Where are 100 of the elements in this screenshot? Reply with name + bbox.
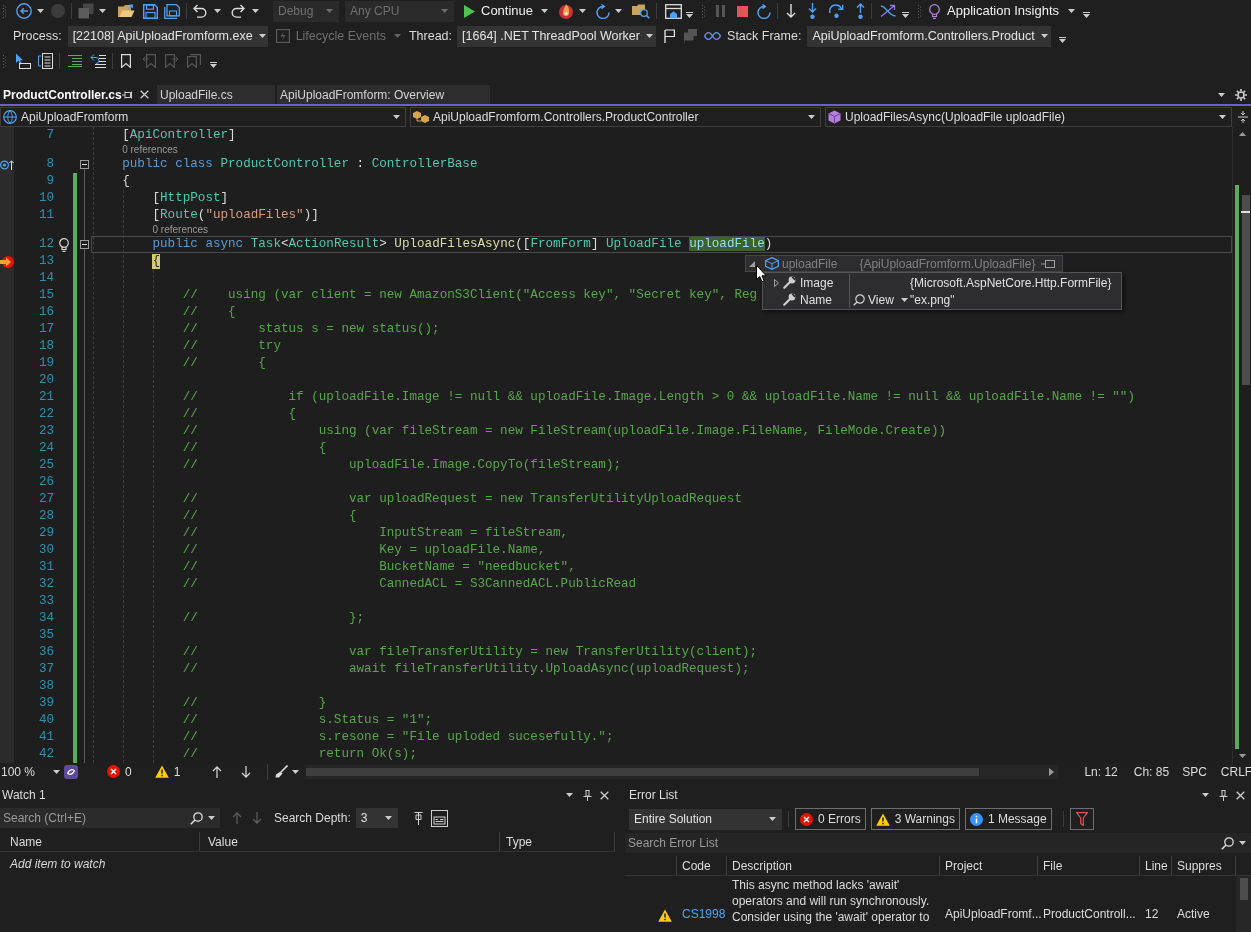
infinity-icon[interactable] (704, 31, 722, 41)
bookmark-icon[interactable] (121, 54, 131, 68)
insights-button[interactable]: Application Insights (929, 0, 1076, 22)
pin-icon[interactable] (1041, 259, 1056, 268)
back-icon[interactable] (16, 3, 32, 19)
filter-toggle-button[interactable] (1069, 808, 1094, 830)
error-code-link[interactable]: CS1998 (682, 905, 726, 923)
caret-icon[interactable] (645, 34, 653, 38)
scroll-right-icon[interactable] (1049, 767, 1055, 776)
caret-icon[interactable] (566, 793, 573, 797)
caret-icon[interactable] (384, 816, 392, 820)
gear-icon[interactable] (1235, 88, 1247, 101)
caret-icon[interactable] (1219, 114, 1226, 119)
caret-icon[interactable] (1218, 92, 1225, 97)
grip-icon[interactable] (3, 54, 6, 68)
caret-icon[interactable] (252, 9, 259, 13)
expand-triangle-icon[interactable] (774, 278, 779, 287)
flag-icon[interactable] (664, 29, 676, 43)
caret-icon[interactable] (37, 9, 44, 13)
collapse-triangle-icon[interactable] (749, 260, 755, 267)
caret-icon[interactable] (808, 114, 815, 119)
scope-dropdown[interactable]: Entire Solution (629, 808, 782, 830)
references-link[interactable]: 0 references (122, 144, 178, 156)
tab[interactable]: UploadFile.cs (157, 85, 275, 104)
undo-icon[interactable] (193, 4, 207, 18)
caret-icon[interactable] (769, 817, 776, 821)
window-icon[interactable] (665, 3, 683, 19)
navigation-dropdown[interactable]: ApiUploadFromform.Controllers.ProductController (410, 106, 821, 127)
visualizer-button[interactable]: View (853, 290, 908, 309)
search-icon[interactable] (190, 811, 203, 825)
scroll-down-icon[interactable] (1239, 754, 1246, 758)
restart-icon[interactable] (757, 3, 772, 19)
column-header[interactable]: Line (1140, 856, 1172, 875)
lightbulb-icon[interactable] (58, 237, 69, 252)
scroll-thumb[interactable] (1240, 878, 1248, 900)
pin-icon[interactable] (122, 90, 132, 99)
column-header[interactable]: File (1038, 856, 1140, 875)
column-header[interactable]: Value (200, 832, 500, 851)
step-over-icon[interactable] (829, 4, 845, 18)
caret-icon[interactable] (393, 114, 400, 119)
search-field[interactable]: Search Error List (625, 833, 1251, 853)
depth-dropdown[interactable]: 3 (355, 808, 398, 828)
caret-icon[interactable] (99, 9, 106, 13)
step-into-icon[interactable] (808, 3, 818, 19)
filter-button[interactable]: 3 Warnings (870, 808, 960, 830)
column-header[interactable]: Description (727, 856, 940, 875)
collapse-icon[interactable] (80, 240, 89, 249)
caret-icon[interactable] (579, 9, 587, 13)
ring-icon[interactable] (64, 764, 79, 779)
flame-icon[interactable] (558, 3, 575, 19)
stop-icon[interactable] (737, 5, 749, 17)
pin-icon[interactable] (413, 811, 423, 825)
overlapping-squares-icon[interactable] (78, 3, 94, 19)
search-icon[interactable] (1221, 836, 1234, 850)
restart-icon[interactable] (596, 3, 611, 19)
caret-icon[interactable] (1239, 841, 1246, 845)
crossed-arrows-icon[interactable] (880, 4, 897, 18)
indent-indicator[interactable]: SPC (1182, 762, 1207, 781)
caret-icon[interactable] (900, 297, 908, 302)
grip-icon[interactable] (702, 4, 706, 18)
continue-button[interactable]: Continue (462, 0, 551, 22)
split-icon[interactable] (1238, 110, 1248, 123)
scroll-thumb[interactable] (1242, 195, 1250, 385)
caret-icon[interactable] (1040, 34, 1048, 38)
column-header[interactable]: Suppres (1172, 856, 1236, 875)
references-link[interactable]: 0 references (152, 224, 209, 236)
column-header[interactable]: Name (0, 832, 200, 851)
horizontal-scrollbar[interactable] (306, 764, 1059, 779)
scroll-up-icon[interactable] (1239, 132, 1246, 136)
stack-frame-dropdown[interactable]: ApiUploadFromform.Controllers.Product (807, 25, 1052, 47)
redo-icon[interactable] (231, 4, 245, 18)
column-header[interactable]: Project (940, 856, 1038, 875)
folder-search-icon[interactable] (632, 3, 651, 19)
vertical-scrollbar[interactable] (1236, 876, 1251, 932)
caret-icon[interactable] (1202, 793, 1209, 797)
pointer-box-icon[interactable] (15, 53, 31, 69)
pin-icon[interactable] (1219, 789, 1228, 801)
close-icon[interactable] (1236, 790, 1245, 800)
indent-icon[interactable] (68, 55, 82, 67)
save-icon[interactable] (143, 3, 158, 19)
grip-icon[interactable] (3, 4, 6, 18)
caret-icon[interactable] (615, 9, 623, 13)
pin-icon[interactable] (583, 789, 592, 801)
line-ending-indicator[interactable]: CRLF (1220, 762, 1251, 781)
scroll-thumb[interactable] (306, 767, 980, 776)
caret-icon[interactable] (541, 9, 549, 13)
navigation-dropdown[interactable]: ApiUploadFromform (0, 106, 406, 127)
zoom-dropdown[interactable]: 100 % (0, 763, 61, 780)
overflow-icon[interactable] (902, 12, 910, 18)
save-all-icon[interactable] (164, 3, 180, 19)
open-folder-icon[interactable] (118, 4, 135, 18)
caret-icon[interactable] (1068, 9, 1076, 13)
grip-icon[interactable] (918, 4, 922, 18)
caret-icon[interactable] (53, 769, 61, 774)
text-box-icon[interactable] (430, 809, 448, 827)
column-header[interactable]: Type (500, 832, 615, 851)
tab[interactable]: ApiUploadFromform: Overview (277, 85, 490, 104)
caret-icon[interactable] (214, 9, 221, 13)
search-field[interactable]: Search (Ctrl+E) (0, 808, 220, 828)
thread-dropdown[interactable]: [1664] .NET ThreadPool Worker (457, 25, 657, 47)
